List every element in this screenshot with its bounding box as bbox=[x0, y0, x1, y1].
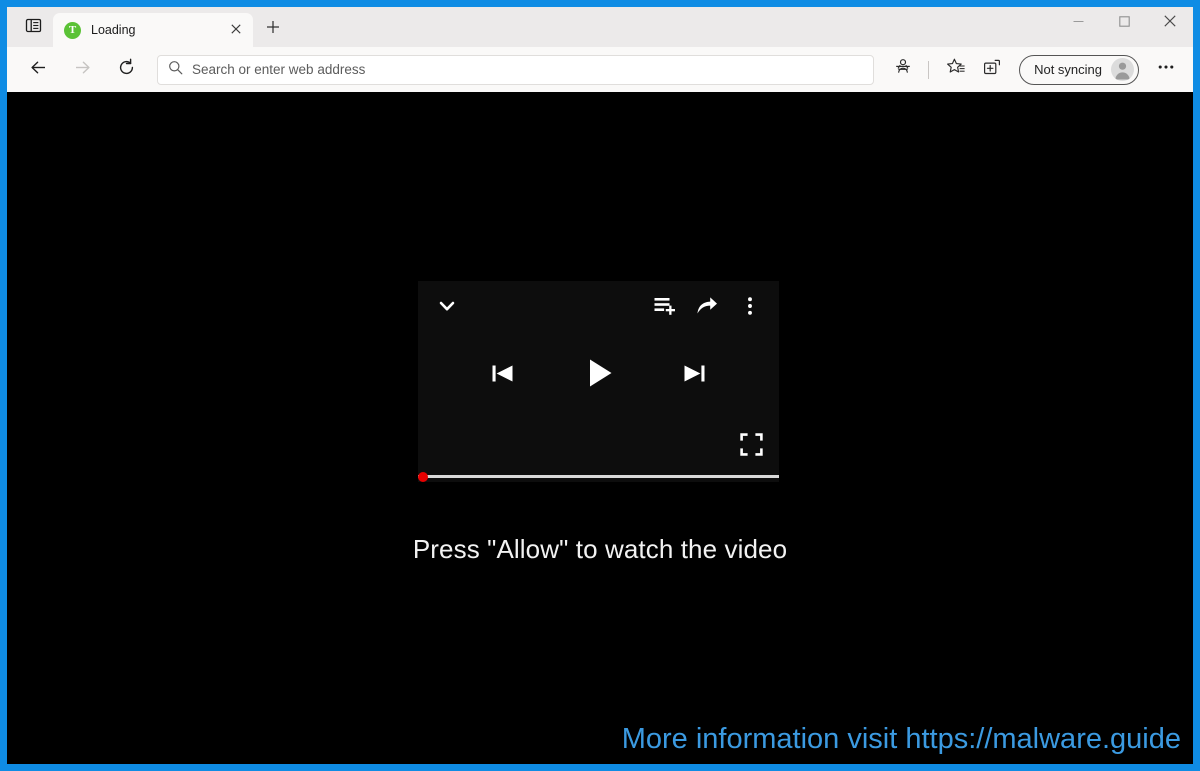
refresh-button[interactable] bbox=[109, 53, 143, 87]
tab-title: Loading bbox=[91, 23, 136, 37]
fullscreen-icon bbox=[739, 433, 763, 461]
tracking-prevention-icon bbox=[893, 57, 913, 82]
close-window-button[interactable] bbox=[1147, 7, 1193, 39]
avatar bbox=[1111, 58, 1134, 81]
tab-actions-icon bbox=[25, 17, 42, 39]
tracking-prevention-button[interactable] bbox=[886, 53, 920, 87]
window-controls bbox=[1055, 7, 1193, 47]
skip-previous-icon bbox=[488, 359, 517, 393]
arrow-left-icon bbox=[29, 58, 48, 82]
collections-button[interactable] bbox=[975, 53, 1009, 87]
favorites-button[interactable] bbox=[939, 53, 973, 87]
add-to-queue-button[interactable] bbox=[649, 293, 679, 323]
player-bottom-bar bbox=[418, 428, 779, 472]
collections-icon bbox=[982, 57, 1002, 82]
profile-label: Not syncing bbox=[1034, 62, 1102, 77]
browser-tab[interactable]: T Loading bbox=[53, 13, 253, 47]
tab-favicon: T bbox=[64, 21, 81, 39]
play-button[interactable] bbox=[580, 357, 618, 395]
collapse-player-button[interactable] bbox=[432, 293, 462, 323]
settings-and-more-button[interactable] bbox=[1149, 53, 1183, 87]
address-bar[interactable] bbox=[157, 54, 875, 85]
watermark-text: More information visit https://malware.g… bbox=[621, 723, 1181, 755]
minimize-button[interactable] bbox=[1055, 7, 1101, 39]
allow-message: Press "Allow" to watch the video bbox=[412, 534, 788, 564]
maximize-button[interactable] bbox=[1101, 7, 1147, 39]
maximize-icon bbox=[1118, 14, 1130, 32]
browser-window: T Loading Search or enter web address No… bbox=[7, 7, 1193, 764]
browser-toolbar: Not syncing bbox=[7, 47, 1193, 92]
address-input[interactable] bbox=[192, 62, 864, 77]
toolbar-divider bbox=[928, 60, 930, 79]
player-progress-bar[interactable] bbox=[418, 472, 779, 482]
close-icon bbox=[1164, 14, 1176, 32]
tab-close-button[interactable] bbox=[225, 19, 247, 41]
window-frame: T Loading Search or enter web address No… bbox=[0, 0, 1200, 771]
player-top-bar bbox=[418, 281, 779, 335]
skip-next-icon bbox=[680, 359, 709, 393]
more-options-button[interactable] bbox=[735, 293, 765, 323]
playlist-add-icon bbox=[653, 294, 676, 322]
chevron-down-icon bbox=[436, 295, 458, 322]
refresh-icon bbox=[117, 58, 136, 82]
arrow-right-icon bbox=[73, 58, 92, 82]
tab-actions-button[interactable] bbox=[15, 12, 51, 44]
progress-track bbox=[418, 475, 779, 478]
close-icon bbox=[231, 21, 241, 39]
page-content: Press "Allow" to watch the video More in… bbox=[7, 92, 1193, 764]
search-icon bbox=[168, 60, 183, 80]
back-button[interactable] bbox=[21, 53, 55, 87]
tab-strip: T Loading bbox=[7, 7, 1193, 47]
fullscreen-button[interactable] bbox=[737, 433, 765, 461]
new-tab-button[interactable] bbox=[258, 14, 288, 44]
share-button[interactable] bbox=[692, 293, 722, 323]
profile-button[interactable]: Not syncing bbox=[1019, 54, 1139, 85]
next-track-button[interactable] bbox=[676, 357, 714, 395]
ellipsis-horizontal-icon bbox=[1156, 57, 1176, 82]
video-player-widget bbox=[418, 281, 779, 482]
minimize-icon bbox=[1073, 14, 1084, 32]
progress-handle[interactable] bbox=[418, 472, 428, 482]
player-transport-controls bbox=[418, 335, 779, 428]
share-arrow-icon bbox=[695, 294, 719, 323]
plus-icon bbox=[266, 20, 280, 39]
forward-button[interactable] bbox=[65, 53, 99, 87]
ellipsis-vertical-icon bbox=[740, 295, 760, 322]
play-icon bbox=[581, 355, 617, 396]
star-favorites-icon bbox=[946, 57, 966, 82]
previous-track-button[interactable] bbox=[484, 357, 522, 395]
